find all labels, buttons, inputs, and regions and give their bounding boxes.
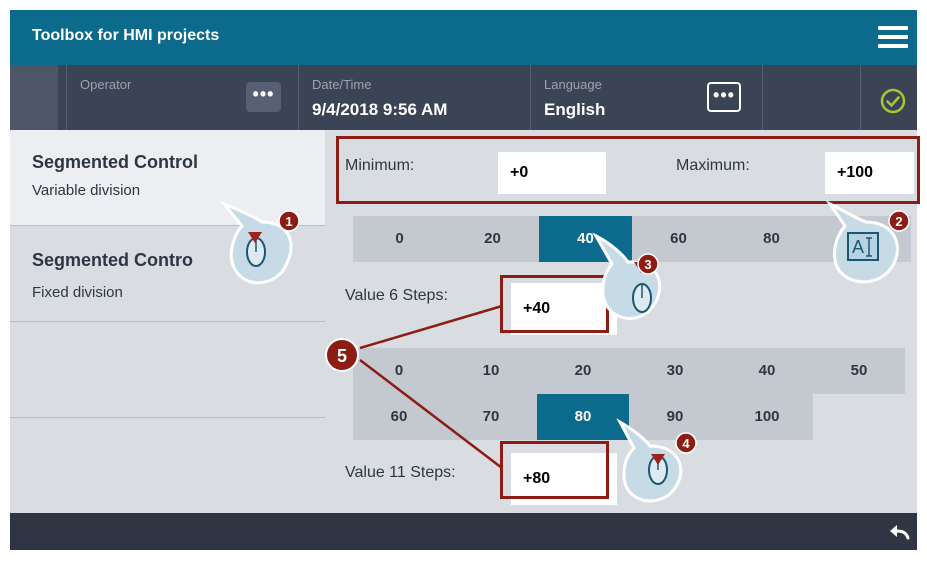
bottom-bar [10, 513, 917, 550]
nav-item-title: Segmented Control [32, 152, 199, 172]
divider [762, 65, 763, 130]
language-value: English [544, 100, 606, 119]
menu-icon[interactable] [878, 26, 908, 50]
nav-item-variable-division[interactable]: Segmented Control Variable division [10, 130, 325, 226]
nav-item-title: Segmented Contro [32, 250, 194, 270]
value-11-steps-label: Value 11 Steps: [345, 464, 456, 481]
value-6-highlight-box [500, 275, 609, 333]
hmi-screen: Toolbox for HMI projects Operator ••• Da… [10, 10, 917, 550]
segment-11-steps-90[interactable]: 90 [629, 394, 721, 440]
nav-item-fixed-division[interactable]: Segmented Contro Fixed division [10, 226, 325, 322]
datetime-caption: Date/Time [312, 77, 372, 92]
segment-11-steps-0[interactable]: 0 [353, 348, 445, 394]
segment-6-steps-80[interactable]: 80 [725, 216, 818, 262]
language-more-button[interactable]: ••• [707, 82, 741, 112]
nav-item-subtitle: Variable division [32, 182, 141, 199]
segment-6-steps-60[interactable]: 60 [632, 216, 725, 262]
value-6-steps-label: Value 6 Steps: [345, 287, 448, 304]
user-area [10, 65, 58, 130]
divider [530, 65, 531, 130]
segment-11-steps-50[interactable]: 50 [813, 348, 905, 394]
nav-item-empty [10, 418, 325, 513]
segment-11-steps-60[interactable]: 60 [353, 394, 445, 440]
title-bar: Toolbox for HMI projects [10, 10, 917, 65]
segment-11-steps-10[interactable]: 10 [445, 348, 537, 394]
segment-6-steps-20[interactable]: 20 [446, 216, 539, 262]
divider [298, 65, 299, 130]
segment-11-steps-30[interactable]: 30 [629, 348, 721, 394]
divider [860, 65, 861, 130]
segment-6-steps-0[interactable]: 0 [353, 216, 446, 262]
back-arrow-icon[interactable] [888, 523, 910, 541]
segment-11-steps-100[interactable]: 100 [721, 394, 813, 440]
nav-item-subtitle: Fixed division [32, 284, 123, 301]
divider [66, 65, 67, 130]
navigation-panel: Segmented Control Variable division Segm… [10, 130, 325, 513]
segment-11-steps-80[interactable]: 80 [537, 394, 629, 440]
segment-11-steps-70[interactable]: 70 [445, 394, 537, 440]
value-11-highlight-box [500, 441, 609, 499]
status-bar: Operator ••• Date/Time 9/4/2018 9:56 AM … [10, 65, 917, 130]
range-highlight-box [336, 136, 920, 204]
operator-caption: Operator [80, 77, 132, 92]
app-title: Toolbox for HMI projects [32, 27, 220, 44]
segment-11-steps-40[interactable]: 40 [721, 348, 813, 394]
operator-more-button[interactable]: ••• [246, 82, 281, 112]
language-caption: Language [544, 77, 602, 92]
segment-6-steps-100[interactable]: 100 [818, 216, 911, 262]
segment-6-steps-40[interactable]: 40 [539, 216, 632, 262]
check-circle-icon [880, 88, 906, 114]
segment-11-steps-20[interactable]: 20 [537, 348, 629, 394]
nav-item-empty [10, 322, 325, 418]
datetime-value: 9/4/2018 9:56 AM [312, 100, 448, 119]
